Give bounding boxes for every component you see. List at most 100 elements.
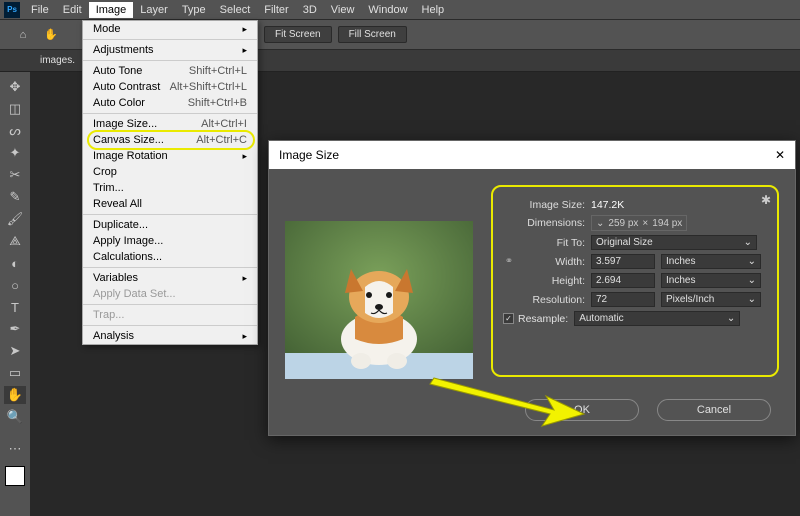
menu-type[interactable]: Type: [175, 4, 213, 16]
menu-window[interactable]: Window: [361, 4, 414, 16]
menu-separator: [83, 60, 257, 61]
wand-tool-icon[interactable]: ✦: [4, 144, 26, 162]
dim-width: 259 px: [608, 218, 638, 229]
image-size-dialog: Image Size ✕: [268, 140, 796, 436]
fit-to-select[interactable]: Original Size⌄: [591, 235, 757, 250]
chevron-down-icon: ⌄: [748, 275, 756, 286]
menu-item-adjustments[interactable]: Adjustments▸: [83, 42, 257, 58]
settings-panel: ✱ Image Size: 147.2K Dimensions: ⌄ 259 p…: [491, 185, 779, 377]
fill-screen-button[interactable]: Fill Screen: [338, 26, 407, 43]
height-input[interactable]: 2.694: [591, 273, 655, 288]
image-menu-dropdown: Mode▸ Adjustments▸ Auto ToneShift+Ctrl+L…: [82, 20, 258, 345]
menu-view[interactable]: View: [324, 4, 362, 16]
path-tool-icon[interactable]: ➤: [4, 342, 26, 360]
home-icon[interactable]: ⌂: [12, 24, 34, 46]
menu-item-auto-color[interactable]: Auto ColorShift+Ctrl+B: [83, 95, 257, 111]
resolution-label: Resolution:: [503, 294, 591, 306]
gradient-tool-icon[interactable]: ◐: [4, 254, 26, 272]
menu-item-reveal-all[interactable]: Reveal All: [83, 196, 257, 212]
fit-to-label: Fit To:: [503, 237, 591, 249]
resample-checkbox[interactable]: ✓: [503, 313, 514, 324]
menu-item-crop[interactable]: Crop: [83, 164, 257, 180]
hand-tool-icon[interactable]: ✋: [40, 24, 62, 46]
menu-layer[interactable]: Layer: [133, 4, 175, 16]
menu-item-analysis[interactable]: Analysis▸: [83, 328, 257, 344]
ok-button[interactable]: OK: [525, 399, 639, 421]
width-input[interactable]: 3.597: [591, 254, 655, 269]
menu-item-duplicate[interactable]: Duplicate...: [83, 217, 257, 233]
chevron-down-icon: ⌄: [748, 256, 756, 267]
menu-separator: [83, 304, 257, 305]
cancel-button[interactable]: Cancel: [657, 399, 771, 421]
image-size-value: 147.2K: [591, 199, 624, 211]
menu-separator: [83, 325, 257, 326]
menu-item-canvas-size[interactable]: Canvas Size...Alt+Ctrl+C: [83, 132, 257, 148]
stamp-tool-icon[interactable]: ⟁: [4, 232, 26, 250]
menu-item-variables[interactable]: Variables▸: [83, 270, 257, 286]
close-icon[interactable]: ✕: [775, 148, 785, 162]
resample-select[interactable]: Automatic⌄: [574, 311, 740, 326]
height-label: Height:: [517, 275, 591, 287]
menu-item-auto-contrast[interactable]: Auto ContrastAlt+Shift+Ctrl+L: [83, 79, 257, 95]
chevron-down-icon: ⌄: [596, 218, 604, 229]
width-label: Width:: [517, 256, 591, 268]
type-tool-icon[interactable]: T: [4, 298, 26, 316]
menu-item-mode[interactable]: Mode▸: [83, 21, 257, 37]
menu-item-auto-tone[interactable]: Auto ToneShift+Ctrl+L: [83, 63, 257, 79]
blur-tool-icon[interactable]: ○: [4, 276, 26, 294]
menu-item-image-rotation[interactable]: Image Rotation▸: [83, 148, 257, 164]
chevron-down-icon: ⌄: [744, 237, 752, 248]
submenu-arrow-icon: ▸: [242, 45, 247, 56]
zoom-tool-icon[interactable]: 🔍: [4, 408, 26, 426]
eyedropper-tool-icon[interactable]: ✎: [4, 188, 26, 206]
chevron-down-icon: ⌄: [727, 313, 735, 324]
resolution-unit-select[interactable]: Pixels/Inch⌄: [661, 292, 761, 307]
menu-item-trim[interactable]: Trim...: [83, 180, 257, 196]
hand-nav-tool-icon[interactable]: ✋: [4, 386, 26, 404]
dimensions-label: Dimensions:: [503, 217, 591, 229]
pen-tool-icon[interactable]: ✒: [4, 320, 26, 338]
submenu-arrow-icon: ▸: [242, 331, 247, 342]
menubar: Ps File Edit Image Layer Type Select Fil…: [0, 0, 800, 20]
dialog-title: Image Size: [279, 148, 339, 162]
shape-tool-icon[interactable]: ▭: [4, 364, 26, 382]
link-icon[interactable]: ⚭: [503, 256, 515, 267]
menu-item-apply-data-set[interactable]: Apply Data Set...: [83, 286, 257, 302]
image-size-label: Image Size:: [503, 199, 591, 211]
gear-icon[interactable]: ✱: [761, 193, 771, 207]
menu-image[interactable]: Image: [89, 2, 134, 18]
dialog-titlebar[interactable]: Image Size ✕: [269, 141, 795, 169]
menu-file[interactable]: File: [24, 4, 56, 16]
menu-separator: [83, 214, 257, 215]
image-preview: [285, 221, 473, 379]
menu-item-image-size[interactable]: Image Size...Alt+Ctrl+I: [83, 116, 257, 132]
menu-item-calculations[interactable]: Calculations...: [83, 249, 257, 265]
submenu-arrow-icon: ▸: [242, 273, 247, 284]
submenu-arrow-icon: ▸: [242, 24, 247, 35]
menu-filter[interactable]: Filter: [257, 4, 295, 16]
edit-toolbar-icon[interactable]: ⋯: [4, 440, 26, 458]
menu-item-apply-image[interactable]: Apply Image...: [83, 233, 257, 249]
menu-item-trap[interactable]: Trap...: [83, 307, 257, 323]
menu-separator: [83, 39, 257, 40]
menu-help[interactable]: Help: [415, 4, 452, 16]
menu-3d[interactable]: 3D: [296, 4, 324, 16]
color-swatch[interactable]: [5, 466, 25, 486]
height-unit-select[interactable]: Inches⌄: [661, 273, 761, 288]
move-tool-icon[interactable]: ✥: [4, 78, 26, 96]
lasso-tool-icon[interactable]: ᔕ: [4, 122, 26, 140]
left-toolbar: ✥ ◫ ᔕ ✦ ✂ ✎ 🖌 ⟁ ◐ ○ T ✒ ➤ ▭ ✋ 🔍 ⋯: [0, 72, 30, 516]
crop-tool-icon[interactable]: ✂: [4, 166, 26, 184]
menu-edit[interactable]: Edit: [56, 4, 89, 16]
fit-screen-button[interactable]: Fit Screen: [264, 26, 332, 43]
dimensions-box[interactable]: ⌄ 259 px × 194 px: [591, 215, 687, 231]
submenu-arrow-icon: ▸: [242, 151, 247, 162]
width-unit-select[interactable]: Inches⌄: [661, 254, 761, 269]
document-tab[interactable]: images.: [40, 55, 75, 66]
menu-select[interactable]: Select: [213, 4, 258, 16]
menu-separator: [83, 113, 257, 114]
brush-tool-icon[interactable]: 🖌: [4, 210, 26, 228]
marquee-tool-icon[interactable]: ◫: [4, 100, 26, 118]
resolution-input[interactable]: 72: [591, 292, 655, 307]
menu-separator: [83, 267, 257, 268]
